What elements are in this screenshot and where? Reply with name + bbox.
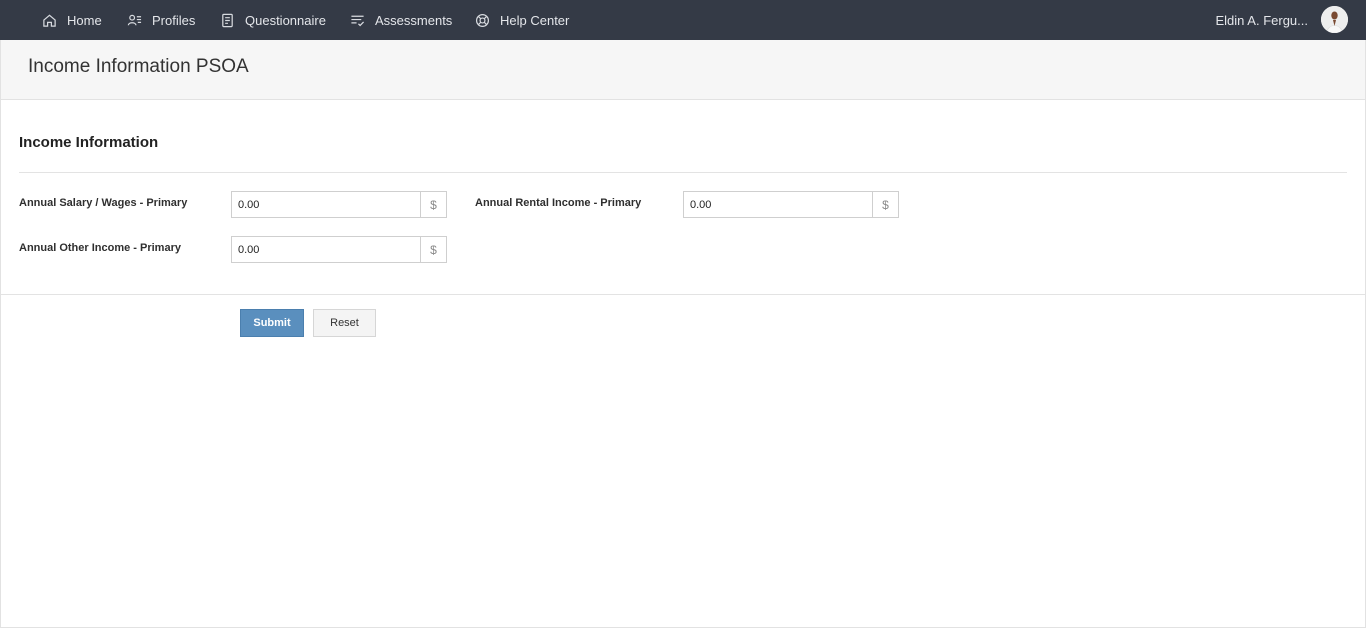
salary-label: Annual Salary / Wages - Primary	[19, 197, 188, 209]
profiles-icon	[127, 14, 142, 25]
page-header: Income Information PSOA	[0, 40, 1366, 100]
salary-currency-addon: $	[420, 191, 447, 218]
section-divider	[19, 172, 1347, 173]
rental-currency-addon: $	[872, 191, 899, 218]
nav-assessments[interactable]: Assessments	[350, 0, 452, 40]
salary-input-group: $	[231, 191, 447, 218]
submit-button[interactable]: Submit	[240, 309, 304, 337]
nav-help-center-label: Help Center	[500, 12, 570, 28]
other-income-label: Annual Other Income - Primary	[19, 242, 181, 254]
other-currency-addon: $	[420, 236, 447, 263]
nav-profiles-label: Profiles	[152, 12, 196, 28]
rental-income-label: Annual Rental Income - Primary	[475, 197, 642, 209]
nav-home[interactable]: Home	[42, 0, 102, 40]
nav-questionnaire-label: Questionnaire	[245, 12, 326, 28]
section-title: Income Information	[19, 134, 159, 151]
avatar-image	[1321, 6, 1348, 33]
reset-button[interactable]: Reset	[313, 309, 376, 337]
page-title: Income Information PSOA	[28, 56, 249, 77]
form-panel: Income Information Annual Salary / Wages…	[0, 100, 1366, 628]
top-navigation-bar: Home Profiles Questionnaire Assessments …	[0, 0, 1366, 40]
nav-questionnaire[interactable]: Questionnaire	[220, 0, 326, 40]
nav-help-center[interactable]: Help Center	[475, 0, 569, 40]
nav-home-label: Home	[67, 12, 102, 28]
help-center-icon	[475, 13, 490, 27]
home-icon	[43, 14, 56, 27]
avatar[interactable]	[1321, 6, 1348, 33]
nav-profiles[interactable]: Profiles	[127, 0, 195, 40]
questionnaire-icon	[222, 13, 233, 27]
nav-assessments-label: Assessments	[375, 12, 453, 28]
assessments-icon	[351, 15, 365, 26]
other-income-input[interactable]	[231, 236, 420, 263]
salary-input[interactable]	[231, 191, 420, 218]
other-income-input-group: $	[231, 236, 447, 263]
rental-income-input[interactable]	[683, 191, 872, 218]
actions-divider	[1, 294, 1365, 295]
rental-income-input-group: $	[683, 191, 899, 218]
user-name[interactable]: Eldin A. Fergu...	[1216, 0, 1309, 40]
